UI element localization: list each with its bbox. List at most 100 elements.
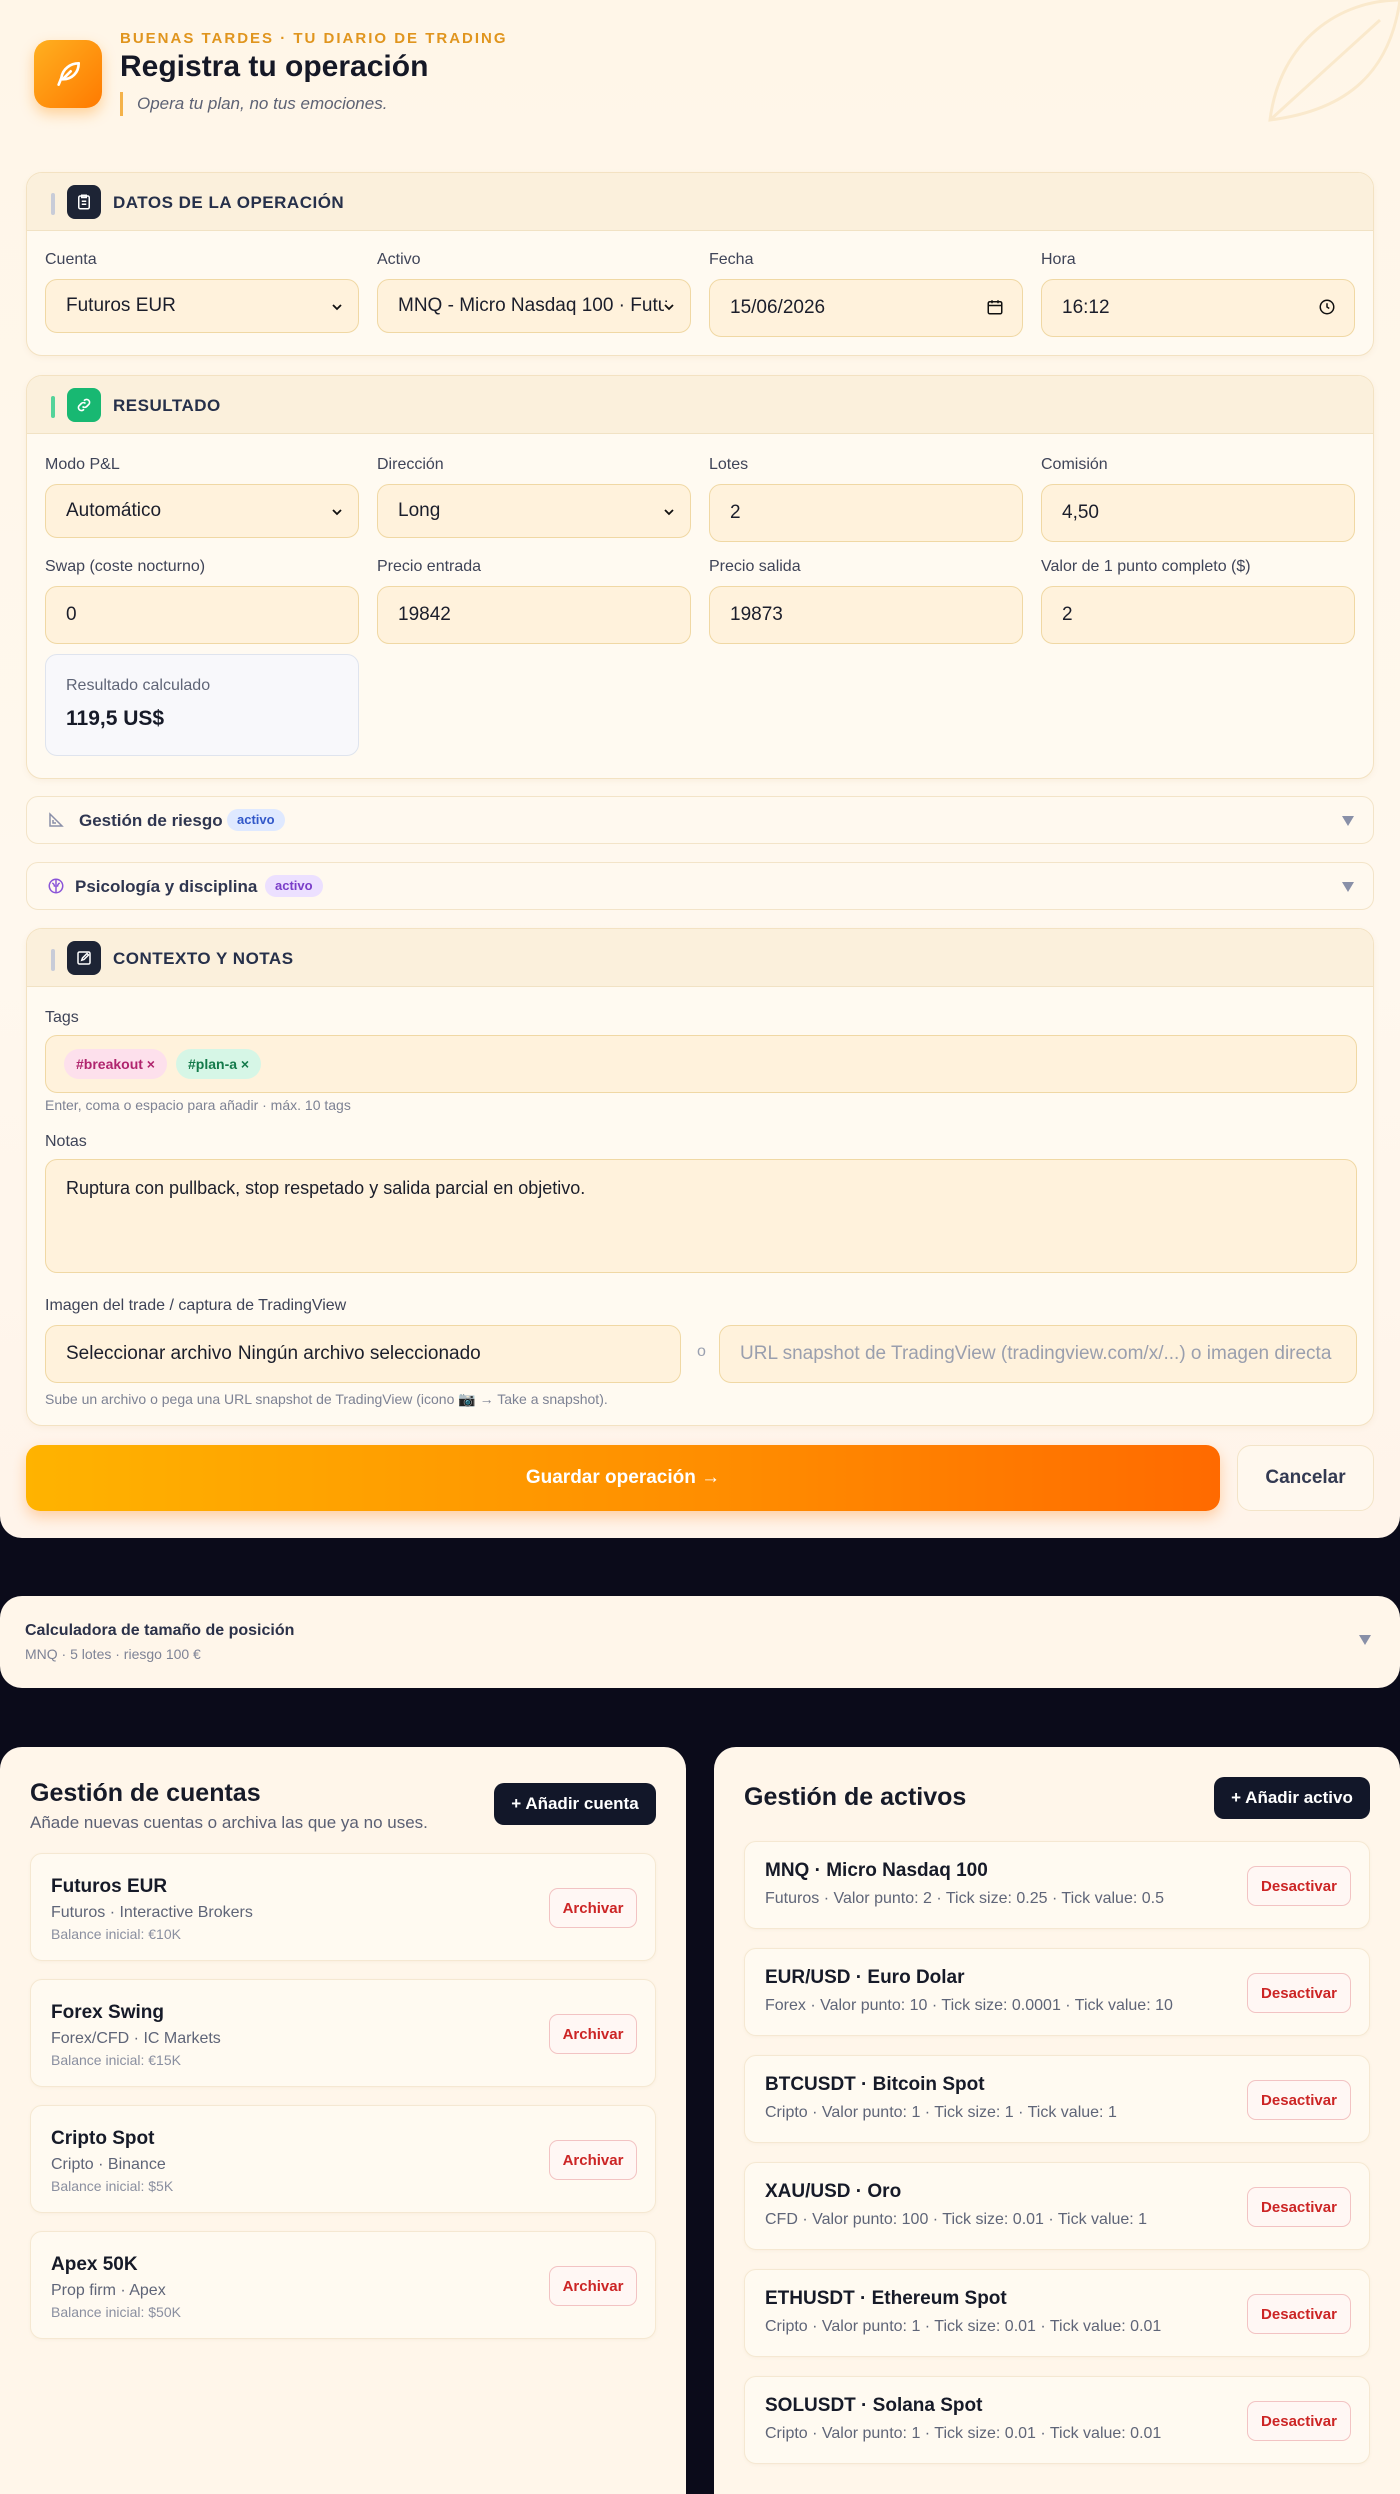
- deactivate-asset-button[interactable]: Desactivar: [1247, 1973, 1351, 2013]
- cuenta-select[interactable]: Futuros EUR: [45, 279, 359, 333]
- swap-value: 0: [66, 604, 77, 625]
- lotes-field: Lotes 2: [709, 456, 1023, 542]
- archive-account-button[interactable]: Archivar: [549, 2266, 637, 2306]
- assets-panel: Gestión de activos + Añadir activo MNQ ·…: [714, 1747, 1400, 2494]
- file-input[interactable]: Seleccionar archivo Ningún archivo selec…: [45, 1325, 681, 1383]
- page-title: Registra tu operación: [120, 50, 429, 83]
- tag-chip[interactable]: #plan-a ×: [176, 1049, 262, 1079]
- hora-input[interactable]: 16:12: [1041, 279, 1355, 337]
- account-card: Cripto Spot Cripto · Binance Balance ini…: [30, 2105, 656, 2213]
- page-header: BUENAS TARDES · TU DIARIO DE TRADING Reg…: [34, 28, 1374, 128]
- riesgo-collapsible[interactable]: Gestión de riesgo activo: [26, 796, 1374, 844]
- direccion-select[interactable]: Long: [377, 484, 691, 538]
- tagline: Opera tu plan, no tus emociones.: [120, 92, 387, 116]
- add-asset-button[interactable]: + Añadir activo: [1214, 1777, 1370, 1819]
- position-size-calculator[interactable]: Calculadora de tamaño de posición MNQ · …: [0, 1596, 1400, 1688]
- riesgo-status-badge: activo: [227, 809, 285, 831]
- fecha-value: 15/06/2026: [730, 297, 826, 318]
- calculated-result-label: Resultado calculado: [66, 677, 211, 694]
- modo-select[interactable]: Automático: [45, 484, 359, 538]
- asset-card: ETHUSDT · Ethereum Spot Cripto · Valor p…: [744, 2269, 1370, 2357]
- activo-label: Activo: [377, 251, 421, 268]
- calendar-icon[interactable]: [986, 298, 1004, 316]
- tags-input[interactable]: #breakout × #plan-a ×: [45, 1035, 1357, 1093]
- asset-card: MNQ · Micro Nasdaq 100 Futuros · Valor p…: [744, 1841, 1370, 1929]
- deactivate-asset-button[interactable]: Desactivar: [1247, 1866, 1351, 1906]
- edit-note-icon: [67, 941, 101, 975]
- section-contexto: CONTEXTO Y NOTAS Tags #breakout × #plan-…: [26, 928, 1374, 1426]
- deactivate-asset-button[interactable]: Desactivar: [1247, 2294, 1351, 2334]
- asset-name: XAU/USD · Oro: [765, 2181, 902, 2202]
- activo-select[interactable]: MNQ - Micro Nasdaq 100 · Futu: [377, 279, 691, 333]
- fecha-input[interactable]: 15/06/2026: [709, 279, 1023, 337]
- file-choose-button[interactable]: Seleccionar archivo: [66, 1343, 232, 1365]
- archive-account-button[interactable]: Archivar: [549, 1888, 637, 1928]
- clock-icon[interactable]: [1318, 298, 1336, 316]
- psicologia-status-badge: activo: [265, 875, 323, 897]
- direccion-field: Dirección Long: [377, 456, 691, 538]
- lotes-input[interactable]: 2: [709, 484, 1023, 542]
- accounts-title: Gestión de cuentas: [30, 1779, 261, 1807]
- comision-input[interactable]: 4,50: [1041, 484, 1355, 542]
- chevron-down-icon: [332, 509, 342, 516]
- psicologia-collapsible[interactable]: Psicología y disciplina activo: [26, 862, 1374, 910]
- brain-icon: [48, 878, 64, 894]
- section-resultado-title: RESULTADO: [113, 396, 221, 415]
- entrada-value: 19842: [398, 604, 451, 625]
- swap-input[interactable]: 0: [45, 586, 359, 644]
- modo-label: Modo P&L: [45, 456, 120, 473]
- asset-desc: Cripto · Valor punto: 1 · Tick size: 0.0…: [765, 2318, 1162, 2335]
- asset-desc: CFD · Valor punto: 100 · Tick size: 0.01…: [765, 2211, 1148, 2228]
- lotes-value: 2: [730, 502, 741, 523]
- archive-account-button[interactable]: Archivar: [549, 2014, 637, 2054]
- asset-name: ETHUSDT · Ethereum Spot: [765, 2288, 1007, 2309]
- chevron-down-icon: [664, 509, 674, 516]
- section-resultado-header: RESULTADO: [27, 376, 1373, 434]
- account-desc: Forex/CFD · IC Markets: [51, 2030, 221, 2047]
- accounts-subtitle: Añade nuevas cuentas o archiva las que y…: [30, 1813, 428, 1832]
- punto-input[interactable]: 2: [1041, 586, 1355, 644]
- section-contexto-header: CONTEXTO Y NOTAS: [27, 929, 1373, 987]
- account-name: Futuros EUR: [51, 1876, 168, 1897]
- account-balance: Balance inicial: $50K: [51, 2304, 181, 2320]
- asset-desc: Cripto · Valor punto: 1 · Tick size: 0.0…: [765, 2425, 1162, 2442]
- or-separator: o: [697, 1343, 706, 1360]
- deactivate-asset-button[interactable]: Desactivar: [1247, 2401, 1351, 2441]
- trade-form-card: BUENAS TARDES · TU DIARIO DE TRADING Reg…: [0, 0, 1400, 1538]
- direccion-label: Dirección: [377, 456, 444, 473]
- notas-field: Notas: [45, 1133, 345, 1161]
- calculator-title: Calculadora de tamaño de posición: [25, 1622, 295, 1639]
- tag-chip[interactable]: #breakout ×: [64, 1049, 167, 1079]
- asset-desc: Futuros · Valor punto: 2 · Tick size: 0.…: [765, 1890, 1164, 1907]
- clipboard-icon: [67, 185, 101, 219]
- asset-card: EUR/USD · Euro Dolar Forex · Valor punto…: [744, 1948, 1370, 2036]
- cuenta-field: Cuenta Futuros EUR: [45, 251, 359, 333]
- asset-card: BTCUSDT · Bitcoin Spot Cripto · Valor pu…: [744, 2055, 1370, 2143]
- archive-account-button[interactable]: Archivar: [549, 2140, 637, 2180]
- notas-textarea[interactable]: Ruptura con pullback, stop respetado y s…: [45, 1159, 1357, 1273]
- add-account-button[interactable]: + Añadir cuenta: [494, 1783, 656, 1825]
- salida-input[interactable]: 19873: [709, 586, 1023, 644]
- imagen-field: Imagen del trade / captura de TradingVie…: [45, 1297, 645, 1325]
- account-card: Forex Swing Forex/CFD · IC Markets Balan…: [30, 1979, 656, 2087]
- account-card: Apex 50K Prop firm · Apex Balance inicia…: [30, 2231, 656, 2339]
- save-trade-button[interactable]: Guardar operación →: [26, 1445, 1220, 1511]
- ruler-triangle-icon: [49, 812, 64, 827]
- salida-field: Precio salida 19873: [709, 558, 1023, 644]
- account-desc: Prop firm · Apex: [51, 2282, 166, 2299]
- account-name: Apex 50K: [51, 2254, 138, 2275]
- cancel-button[interactable]: Cancelar: [1237, 1445, 1374, 1511]
- section-resultado: RESULTADO Modo P&L Automático Dirección …: [26, 375, 1374, 779]
- punto-label: Valor de 1 punto completo ($): [1041, 558, 1251, 575]
- deactivate-asset-button[interactable]: Desactivar: [1247, 2187, 1351, 2227]
- cuenta-value: Futuros EUR: [66, 295, 176, 316]
- imagen-hint: Sube un archivo o pega una URL snapshot …: [45, 1391, 608, 1407]
- comision-field: Comisión 4,50: [1041, 456, 1355, 542]
- asset-name: SOLUSDT · Solana Spot: [765, 2395, 983, 2416]
- entrada-input[interactable]: 19842: [377, 586, 691, 644]
- asset-name: MNQ · Micro Nasdaq 100: [765, 1860, 988, 1881]
- calculated-result: Resultado calculado 119,5 US$: [45, 654, 359, 756]
- snapshot-url-input[interactable]: URL snapshot de TradingView (tradingview…: [719, 1325, 1357, 1383]
- account-name: Forex Swing: [51, 2002, 164, 2023]
- deactivate-asset-button[interactable]: Desactivar: [1247, 2080, 1351, 2120]
